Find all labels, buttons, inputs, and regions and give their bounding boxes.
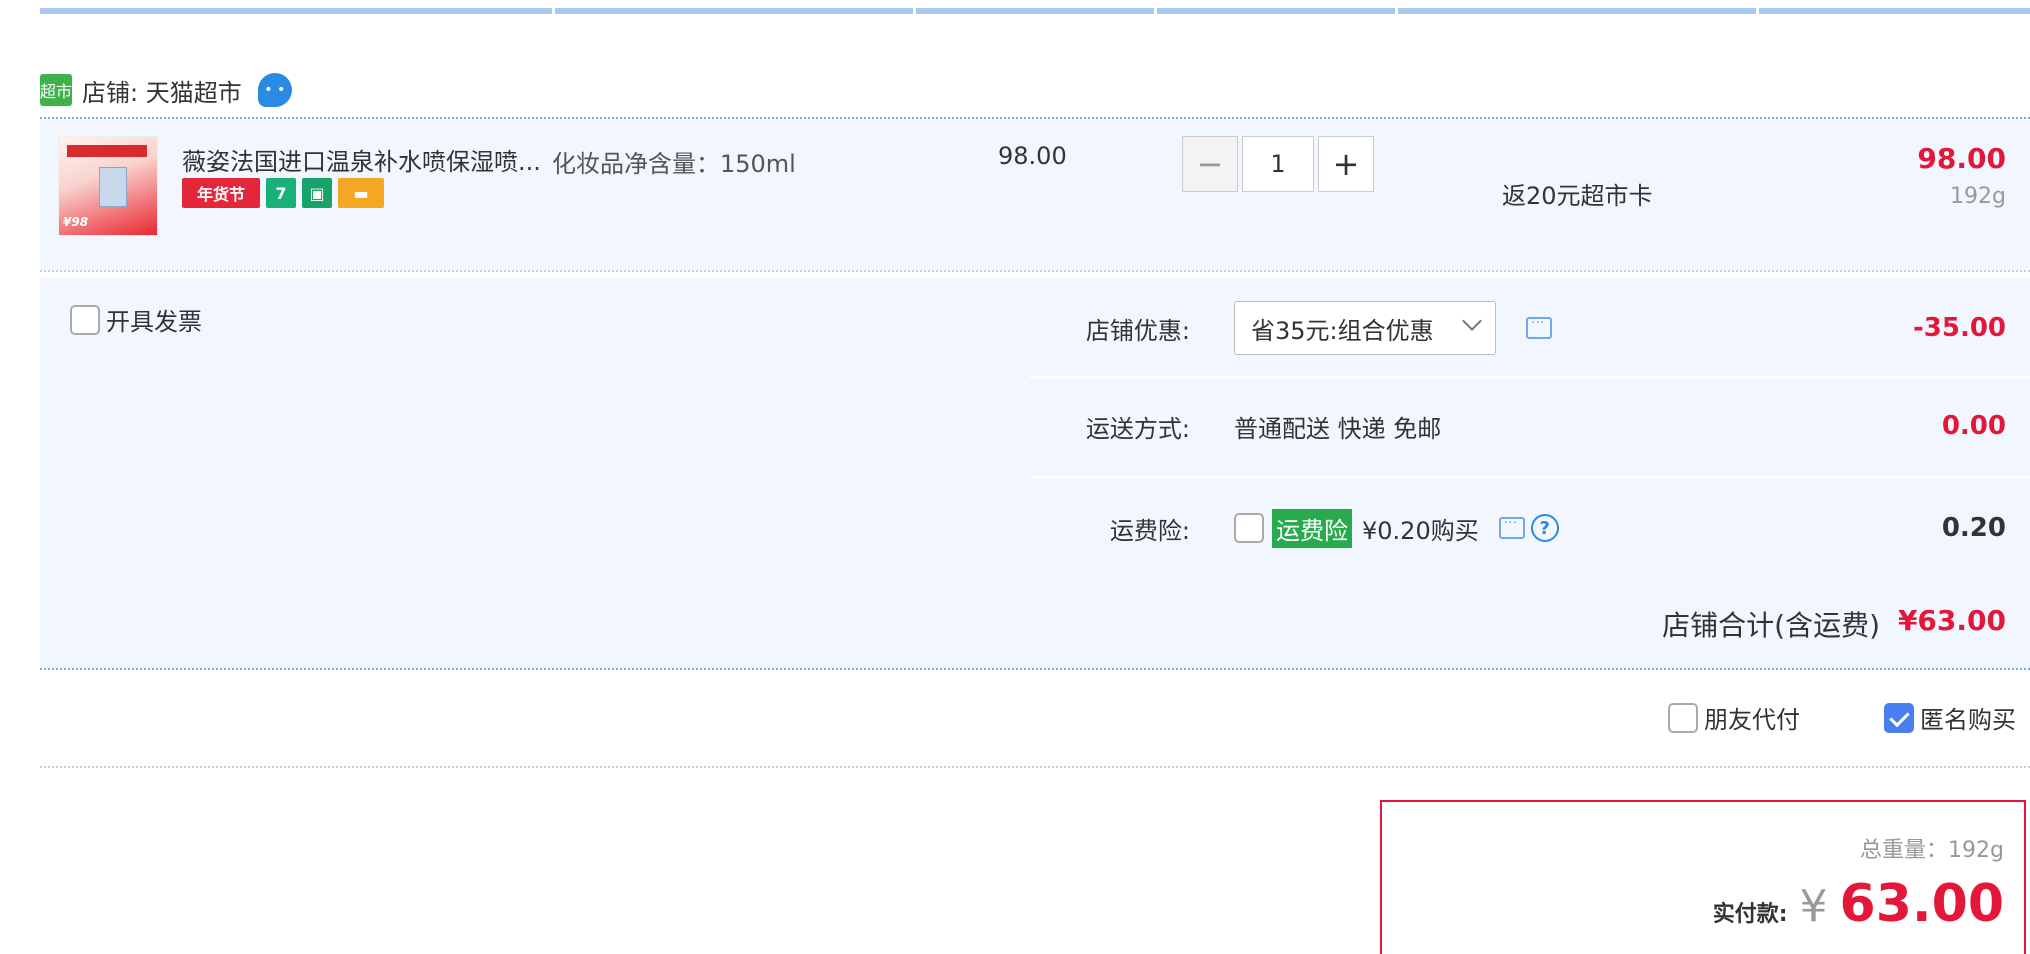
decrease-quantity-button[interactable]: − — [1182, 136, 1238, 192]
total-weight: 总重量：192g — [1860, 838, 2004, 863]
message-icon[interactable] — [1498, 515, 1525, 539]
anonymous-label: 匿名购买 — [1920, 706, 2016, 734]
order-options-panel: 店铺优惠: 省35元:组合优惠 -35.00 运送方式: 普通配送 快递 免邮 … — [1030, 278, 2030, 580]
seven-day-return-icon: 7 — [266, 178, 296, 208]
pay-amount: 63.00 — [1839, 874, 2004, 934]
new-year-festival-tag: 年货节 — [182, 178, 260, 208]
invoice-label: 开具发票 — [106, 308, 202, 336]
product-thumbnail[interactable]: ¥98 — [58, 136, 158, 236]
message-icon[interactable] — [1526, 315, 1552, 339]
tmall-supermarket-badge: 超市 — [40, 74, 72, 106]
insurance-badge: 运费险 — [1272, 508, 1352, 548]
product-tags: 年货节 7 ▣ ▬ — [182, 178, 384, 208]
insurance-label: 运费险: — [1109, 516, 1190, 545]
shipping-amount: 0.00 — [1941, 411, 2006, 441]
insurance-checkbox[interactable] — [1234, 513, 1264, 543]
shop-total-label: 店铺合计(含运费) — [1662, 609, 1880, 642]
header-segment — [40, 8, 552, 14]
anonymous-checkbox[interactable] — [1884, 702, 1914, 733]
friend-pay-label: 朋友代付 — [1704, 706, 1800, 734]
header-segment — [916, 8, 1154, 14]
currency-symbol: ¥ — [1799, 881, 1828, 932]
insurance-price: ¥0.20购买 — [1362, 516, 1479, 545]
shipping-label: 运送方式: — [1085, 414, 1190, 443]
divider — [40, 270, 2030, 272]
insurance-row: 运费险: 运费险 ¥0.20购买 ? 0.20 — [1030, 488, 2030, 568]
bag-icon: ▣ — [302, 178, 332, 208]
item-weight: 192g — [1950, 184, 2006, 209]
invoice-checkbox[interactable] — [70, 304, 100, 335]
divider — [40, 117, 2030, 119]
header-segment — [1759, 8, 2030, 14]
discount-selected-value: 省35元:组合优惠 — [1251, 316, 1434, 345]
invoice-option[interactable]: 开具发票 — [70, 302, 202, 337]
friend-pay-option[interactable]: 朋友代付 — [1668, 700, 1800, 735]
quantity-stepper: − 1 + — [1182, 136, 1374, 192]
friend-pay-checkbox[interactable] — [1668, 702, 1698, 733]
divider — [1030, 476, 2030, 478]
discount-select[interactable]: 省35元:组合优惠 — [1234, 301, 1496, 355]
payment-options-row: 朋友代付 匿名购买 — [40, 690, 2030, 750]
discount-row: 店铺优惠: 省35元:组合优惠 -35.00 — [1030, 296, 2030, 360]
invoice-panel: 开具发票 — [40, 278, 1040, 580]
discount-amount: -35.00 — [1912, 313, 2006, 343]
product-spec: 化妆品净含量：150ml — [552, 150, 796, 178]
discount-label: 店铺优惠: — [1085, 316, 1190, 345]
insurance-amount: 0.20 — [1941, 513, 2006, 543]
header-segment — [1157, 8, 1395, 14]
product-title[interactable]: 薇姿法国进口温泉补水喷保湿喷... — [182, 142, 541, 177]
header-segment — [1398, 8, 1756, 14]
shop-header: 超市 店铺: 天猫超市 • • — [40, 70, 2030, 110]
shop-total-row: 店铺合计(含运费) ¥63.00 — [40, 580, 2030, 668]
shop-total-amount: ¥63.00 — [1897, 604, 2006, 637]
item-subtotal: 98.00 — [1917, 142, 2006, 175]
pay-label: 实付款: — [1712, 902, 1788, 927]
card-icon: ▬ — [338, 178, 384, 208]
column-header-bar — [40, 0, 2030, 14]
shop-name[interactable]: 店铺: 天猫超市 — [82, 73, 242, 108]
quantity-input[interactable]: 1 — [1242, 136, 1314, 192]
chat-bubble-icon[interactable]: • • — [257, 73, 292, 107]
divider — [40, 668, 2030, 670]
unit-price: 98.00 — [998, 142, 1067, 170]
shipping-method: 普通配送 快递 免邮 — [1234, 414, 1442, 443]
divider — [1030, 376, 2030, 378]
chevron-down-icon — [1462, 311, 1482, 331]
help-icon[interactable]: ? — [1530, 514, 1559, 542]
header-segment — [555, 8, 913, 14]
promo-text: 返20元超市卡 — [1502, 182, 1653, 210]
cart-item-row: ¥98 薇姿法国进口温泉补水喷保湿喷... 年货节 7 ▣ ▬ 化妆品净含量：1… — [40, 120, 2030, 270]
anonymous-option[interactable]: 匿名购买 — [1884, 700, 2016, 735]
payment-total: 实付款: ¥ 63.00 — [1713, 874, 2004, 934]
shipping-row: 运送方式: 普通配送 快递 免邮 0.00 — [1030, 388, 2030, 464]
order-summary: 总重量：192g 实付款: ¥ 63.00 — [1380, 800, 2026, 954]
divider — [40, 766, 2030, 768]
increase-quantity-button[interactable]: + — [1318, 136, 1374, 192]
